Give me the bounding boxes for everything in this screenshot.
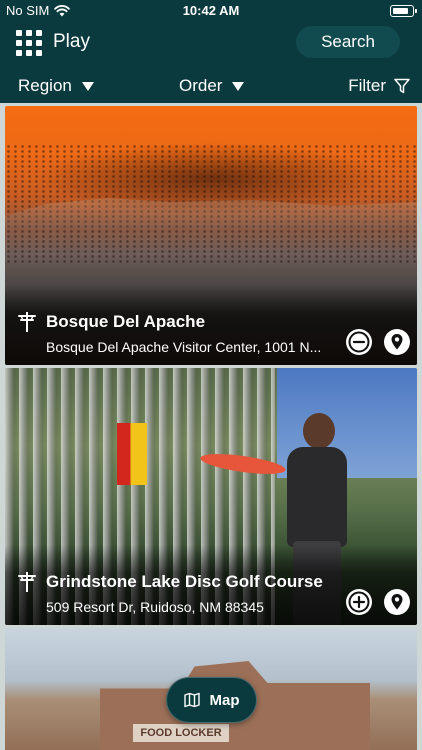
map-button-label: Map [209, 691, 240, 709]
disc-golf-basket-icon [18, 572, 36, 592]
page-title: Play [53, 31, 90, 52]
remove-course-button[interactable] [346, 329, 372, 355]
filter-bar: Region Order Filter [0, 68, 422, 103]
course-name: Grindstone Lake Disc Golf Course [46, 572, 323, 591]
course-name: Bosque Del Apache [46, 312, 206, 331]
minus-circle-icon [348, 331, 370, 353]
map-button[interactable]: Map [166, 677, 257, 723]
course-info: Grindstone Lake Disc Golf Course 509 Res… [17, 571, 337, 615]
filter-label: Filter [348, 76, 386, 95]
course-actions [346, 329, 410, 355]
play-screen: No SIM 10:42 AM Play Search Region Order [0, 0, 422, 750]
building-sign: FOOD LOCKER [133, 724, 229, 742]
course-info: Bosque Del Apache Bosque Del Apache Visi… [17, 311, 337, 355]
course-address: Bosque Del Apache Visitor Center, 1001 N… [46, 339, 322, 355]
region-label: Region [18, 76, 72, 95]
app-header: Play Search [0, 22, 422, 68]
chevron-down-icon [232, 81, 245, 91]
clock: 10:42 AM [182, 3, 240, 18]
order-label: Order [179, 76, 223, 95]
course-actions [346, 589, 410, 615]
map-pin-icon [391, 334, 403, 350]
location-button[interactable] [384, 589, 410, 615]
filter-icon [394, 78, 410, 94]
region-dropdown[interactable]: Region [18, 76, 94, 96]
course-card[interactable]: Grindstone Lake Disc Golf Course 509 Res… [5, 368, 417, 625]
status-bar: No SIM 10:42 AM [0, 0, 422, 22]
add-course-button[interactable] [346, 589, 372, 615]
disc-golf-basket-icon [18, 312, 36, 332]
apps-grid-icon[interactable] [16, 30, 42, 56]
map-pin-icon [391, 594, 403, 610]
plus-circle-icon [348, 591, 370, 613]
course-card[interactable]: Bosque Del Apache Bosque Del Apache Visi… [5, 106, 417, 365]
chevron-down-icon [81, 81, 94, 91]
course-list[interactable]: Bosque Del Apache Bosque Del Apache Visi… [0, 103, 422, 750]
map-icon [183, 692, 200, 708]
location-button[interactable] [384, 329, 410, 355]
battery-icon [390, 5, 417, 17]
order-dropdown[interactable]: Order [179, 76, 245, 96]
filter-button[interactable]: Filter [348, 76, 410, 96]
search-button[interactable]: Search [296, 26, 400, 58]
course-address: 509 Resort Dr, Ruidoso, NM 88345 [46, 599, 264, 615]
